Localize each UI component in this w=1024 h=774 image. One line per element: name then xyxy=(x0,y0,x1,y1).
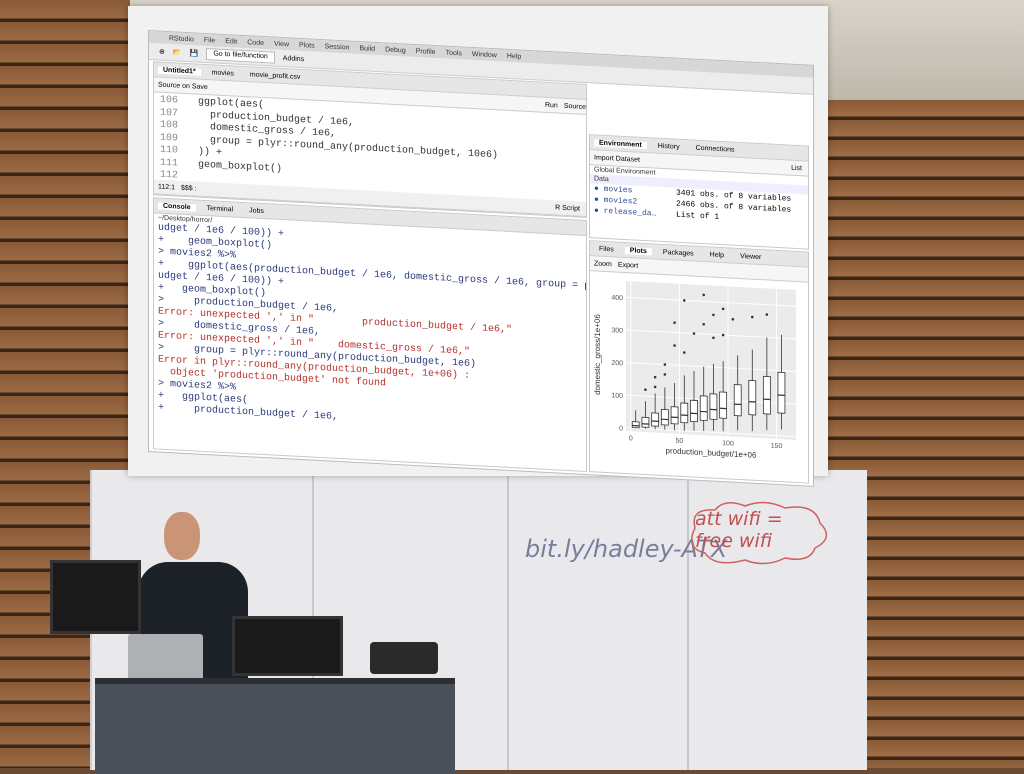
tab-movies[interactable]: movies xyxy=(207,69,239,78)
y-tick-label: 100 xyxy=(611,392,623,400)
box xyxy=(671,407,678,424)
tab-history[interactable]: History xyxy=(653,142,685,151)
scope-indicator[interactable]: $$$ : xyxy=(181,184,197,192)
x-axis-label: production_budget/1e+06 xyxy=(666,446,757,460)
boxplot-chart: 0 100 200 300 400 0 50 100 150 production_budget/… xyxy=(590,271,806,480)
menu-item-plots[interactable]: Plots xyxy=(299,41,315,49)
x-tick-label: 150 xyxy=(771,443,783,451)
monitor-center xyxy=(232,616,343,676)
box xyxy=(720,392,727,418)
source-on-save-checkbox[interactable]: Source on Save xyxy=(158,81,208,91)
tab-packages[interactable]: Packages xyxy=(658,248,699,257)
tab-terminal[interactable]: Terminal xyxy=(202,204,238,213)
addins-menu[interactable]: Addins xyxy=(283,55,304,63)
menu-item-edit[interactable]: Edit xyxy=(225,38,237,46)
console-output[interactable]: udget / 1e6 / 100)) ++ geom_boxplot()> m… xyxy=(154,222,586,437)
line-number: 107 xyxy=(154,107,178,121)
menu-item-help[interactable]: Help xyxy=(507,52,521,60)
line-number: 106 xyxy=(154,94,178,108)
laptop xyxy=(128,634,203,680)
presenter-head xyxy=(164,512,200,560)
tab-files[interactable]: Files xyxy=(594,245,619,253)
y-tick-label: 0 xyxy=(619,425,623,432)
box xyxy=(652,413,659,426)
box xyxy=(700,396,707,421)
tab-console[interactable]: Console xyxy=(158,202,196,211)
tab-untitled1[interactable]: Untitled1* xyxy=(158,66,201,75)
menu-item-rstudio[interactable]: RStudio xyxy=(169,35,194,43)
x-tick-label: 0 xyxy=(629,435,633,442)
source-button[interactable]: Source xyxy=(564,102,586,110)
list-view-toggle[interactable]: List xyxy=(791,164,802,172)
line-number: 111 xyxy=(154,157,178,171)
whiteboard-seam xyxy=(507,470,509,770)
line-number: 108 xyxy=(154,119,178,133)
tab-environment[interactable]: Environment xyxy=(594,139,647,149)
environment-pane: Environment History Connections Import D… xyxy=(589,134,809,250)
tab-viewer[interactable]: Viewer xyxy=(735,252,766,261)
menu-item-file[interactable]: File xyxy=(204,36,215,44)
line-number: 109 xyxy=(154,132,178,146)
menu-item-view[interactable]: View xyxy=(274,40,289,48)
menu-item-window[interactable]: Window xyxy=(472,50,497,58)
box xyxy=(710,394,717,420)
file-type[interactable]: R Script xyxy=(555,204,580,212)
menu-item-session[interactable]: Session xyxy=(325,43,350,51)
plots-pane: Files Plots Packages Help Viewer Zoom Ex… xyxy=(589,240,809,484)
y-axis-label: domestic_gross/1e+06 xyxy=(593,313,602,395)
menu-item-debug[interactable]: Debug xyxy=(385,46,406,54)
y-tick-label: 200 xyxy=(611,360,623,368)
box xyxy=(642,417,649,427)
tab-help[interactable]: Help xyxy=(705,251,729,259)
box xyxy=(661,409,668,425)
import-dataset-button[interactable]: Import Dataset xyxy=(594,154,640,163)
goto-file-input[interactable]: Go to file/function xyxy=(206,48,274,64)
variable-description: List of 1 xyxy=(676,211,719,222)
box xyxy=(681,403,688,423)
console-pane: Console Terminal Jobs ~/Desktop/horror/ … xyxy=(153,197,587,472)
document-camera xyxy=(370,642,438,674)
x-tick-label: 50 xyxy=(676,438,684,445)
line-number: 110 xyxy=(154,144,178,158)
whiteboard-note-wifi: att wifi = free wifi xyxy=(695,508,825,552)
box xyxy=(691,400,698,422)
run-button[interactable]: Run xyxy=(545,101,558,109)
save-icon[interactable]: 💾 xyxy=(190,49,199,57)
podium xyxy=(95,678,455,774)
cursor-position: 112:1 xyxy=(158,183,175,191)
tab-plots[interactable]: Plots xyxy=(625,246,652,254)
new-file-icon[interactable]: ⊕ xyxy=(159,48,165,56)
menu-item-profile[interactable]: Profile xyxy=(416,48,436,56)
box xyxy=(778,372,785,413)
box xyxy=(632,422,639,428)
menu-item-tools[interactable]: Tools xyxy=(446,49,462,57)
box xyxy=(749,380,756,415)
monitor-left xyxy=(50,560,141,634)
export-button[interactable]: Export xyxy=(618,261,638,269)
menu-item-build[interactable]: Build xyxy=(360,45,376,53)
y-tick-label: 300 xyxy=(611,327,623,335)
open-icon[interactable]: 📂 xyxy=(173,48,182,56)
x-tick-label: 100 xyxy=(722,440,734,448)
editor-pane: Untitled1* movies movie_profit.csv Sourc… xyxy=(153,61,587,218)
tab-jobs[interactable]: Jobs xyxy=(244,207,269,215)
box xyxy=(734,385,741,416)
zoom-button[interactable]: Zoom xyxy=(594,260,612,268)
tab-connections[interactable]: Connections xyxy=(691,144,740,154)
y-tick-label: 400 xyxy=(611,295,623,303)
box xyxy=(763,376,770,414)
code-text: )) + xyxy=(186,146,222,159)
menu-item-code[interactable]: Code xyxy=(247,39,264,47)
tab-movie-profit-csv[interactable]: movie_profit.csv xyxy=(245,71,306,81)
rstudio-window: RStudio File Edit Code View Plots Session Build… xyxy=(148,30,814,487)
